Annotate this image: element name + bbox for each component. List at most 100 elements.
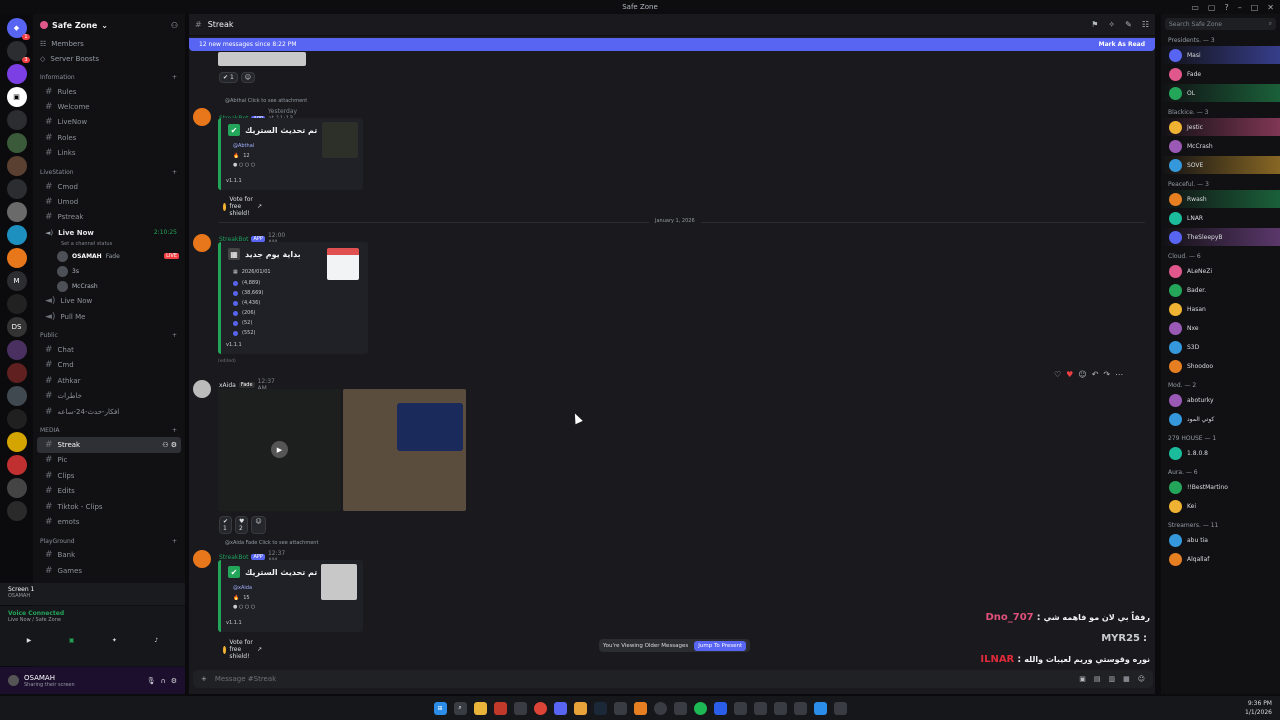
apps-icon[interactable]: ▦ — [1123, 675, 1130, 683]
soundboard-icon[interactable]: ♪ — [154, 637, 158, 644]
server-icon[interactable] — [6, 363, 27, 383]
channel-item[interactable]: # Umod — [37, 194, 181, 209]
reply-preview[interactable]: @Abthal Click to see attachment — [225, 98, 425, 104]
server-icon[interactable] — [6, 202, 27, 222]
channel-item[interactable]: # Streak ⚇ ⚙ — [37, 437, 181, 453]
server-icon[interactable]: ▣ — [6, 87, 27, 107]
app-icon[interactable] — [733, 701, 747, 715]
server-icon[interactable] — [6, 110, 27, 130]
system-clock[interactable]: 9:36 PM 1/1/2026 — [1245, 699, 1272, 717]
server-icon[interactable] — [6, 409, 27, 429]
reply-preview[interactable]: @xAida Fade Click to see attachment — [225, 540, 445, 546]
member-item[interactable]: TheSleepyB — [1161, 228, 1280, 246]
maximize-button[interactable]: □ — [1251, 3, 1259, 12]
category-public[interactable]: Public + — [33, 329, 185, 342]
embed-mention[interactable]: @xAida — [233, 585, 252, 591]
threads-icon[interactable]: ⚑ — [1091, 20, 1098, 29]
channel-item[interactable]: # افكار-حدث-24-ساعه — [37, 404, 181, 419]
camera-icon[interactable]: ▶ — [27, 637, 32, 644]
start-icon[interactable]: ⊞ — [433, 701, 447, 715]
app-icon[interactable] — [793, 701, 807, 715]
category-playground[interactable]: PlayGround + — [33, 535, 185, 548]
channel-item[interactable]: ◄) Pull Me — [37, 309, 181, 324]
server-icon[interactable] — [6, 386, 27, 406]
app-icon[interactable] — [833, 701, 847, 715]
member-item[interactable]: Alqallaf — [1161, 550, 1280, 568]
channel-item[interactable]: # LiveNow — [37, 115, 181, 130]
member-item[interactable]: Hasan — [1161, 300, 1280, 318]
add-channel-icon[interactable]: + — [172, 332, 177, 339]
activity-icon[interactable]: ✦ — [112, 637, 117, 644]
reaction-check[interactable]: ✔ 1 — [219, 72, 238, 83]
app-icon[interactable] — [773, 701, 787, 715]
channel-item[interactable]: # Cmod — [37, 179, 181, 194]
channel-item[interactable]: ◄) Live Now — [37, 294, 181, 309]
app-icon[interactable] — [813, 701, 827, 715]
voice-user[interactable]: OSAMAH Fade LIVE — [33, 249, 185, 264]
channel-item[interactable]: # Clips — [37, 468, 181, 483]
server-icon[interactable] — [6, 179, 27, 199]
app-icon[interactable] — [633, 701, 647, 715]
pin-icon[interactable]: ✎ — [1125, 20, 1132, 29]
member-item[interactable]: LNAR — [1161, 209, 1280, 227]
server-icon[interactable] — [6, 294, 27, 314]
member-item[interactable]: Rwash — [1161, 190, 1280, 208]
attachment-image[interactable] — [218, 52, 306, 66]
member-item[interactable]: Jestic — [1161, 118, 1280, 136]
category-information[interactable]: Information + — [33, 71, 185, 84]
member-item[interactable]: Kei — [1161, 497, 1280, 515]
server-icon[interactable] — [6, 133, 27, 153]
steam-icon[interactable] — [593, 701, 607, 715]
embed-thumbnail[interactable] — [322, 122, 358, 158]
server-icon[interactable] — [6, 248, 27, 268]
vote-link[interactable]: Vote for free shield! ↗ — [223, 639, 262, 660]
reaction-heart[interactable]: ♥ 2 — [235, 516, 249, 534]
file-explorer-icon[interactable] — [473, 701, 487, 715]
server-icon[interactable] — [6, 455, 27, 475]
channel-item[interactable]: # Pic — [37, 453, 181, 468]
channel-item[interactable]: # Chat — [37, 342, 181, 357]
server-icon[interactable]: ◆ 1 — [6, 18, 30, 40]
category-livestation[interactable]: LiveStation + — [33, 166, 185, 179]
obs-icon[interactable] — [653, 701, 667, 715]
author-name[interactable]: xAida — [219, 382, 236, 389]
image-attachment[interactable] — [343, 389, 466, 511]
add-channel-icon[interactable]: + — [172, 538, 177, 545]
server-icon[interactable] — [6, 225, 27, 245]
react-icon[interactable]: ♡ — [1054, 370, 1061, 379]
forward-icon[interactable]: ↷ — [1103, 370, 1110, 379]
discord-icon[interactable] — [553, 701, 567, 715]
category-media[interactable]: MEDIA + — [33, 424, 185, 437]
channel-item[interactable]: # Edits — [37, 483, 181, 498]
avatar[interactable] — [193, 380, 211, 398]
server-icon[interactable]: DS — [6, 317, 27, 337]
chrome-icon[interactable] — [533, 701, 547, 715]
vote-link[interactable]: Vote for free shield! ↗ — [223, 196, 262, 217]
app-icon[interactable] — [713, 701, 727, 715]
member-item[interactable]: Nxe — [1161, 319, 1280, 337]
add-reaction-icon[interactable]: ☺ — [240, 72, 256, 83]
channel-item[interactable]: # Cmd — [37, 358, 181, 373]
member-item[interactable]: S3D — [1161, 338, 1280, 356]
add-attachment-icon[interactable]: + — [201, 675, 207, 683]
spotify-icon[interactable] — [693, 701, 707, 715]
member-item[interactable]: abu tia — [1161, 531, 1280, 549]
composer-input[interactable]: Message #Streak — [215, 675, 276, 683]
member-item[interactable]: 1.8.0.8 — [1161, 444, 1280, 462]
app-icon[interactable] — [573, 701, 587, 715]
embed-thumbnail[interactable] — [321, 564, 357, 600]
gift-icon[interactable]: ▣ — [1079, 675, 1086, 683]
media-icon[interactable] — [493, 701, 507, 715]
member-item[interactable]: Fade — [1161, 65, 1280, 83]
app-icon[interactable] — [613, 701, 627, 715]
channel-item[interactable]: # Bank — [37, 548, 181, 563]
mark-as-read-button[interactable]: Mark As Read — [1099, 41, 1145, 48]
add-channel-icon[interactable]: + — [172, 74, 177, 81]
add-reaction-icon[interactable]: ☺ — [251, 516, 266, 534]
server-header[interactable]: Safe Zone ⌄ ⚇ — [33, 14, 185, 36]
screen-share-panel[interactable]: Screen 1 OSAMAH — [0, 583, 185, 605]
members-nav[interactable]: ☷ Members — [33, 36, 185, 51]
play-icon[interactable]: ▶ — [271, 441, 288, 458]
server-icon[interactable] — [6, 432, 27, 452]
channel-item[interactable]: # Links — [37, 146, 181, 161]
